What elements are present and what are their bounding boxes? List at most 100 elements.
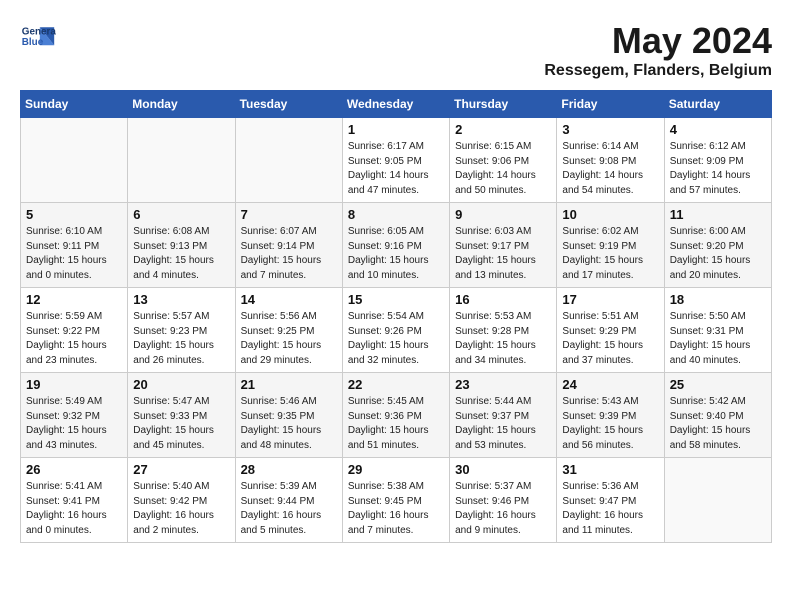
day-number: 10 <box>562 207 658 222</box>
week-row-2: 12 Sunrise: 5:59 AMSunset: 9:22 PMDayligh… <box>21 288 772 373</box>
week-row-4: 26Sunrise: 5:41 AMSunset: 9:41 PMDayligh… <box>21 458 772 543</box>
day-cell: 28Sunrise: 5:39 AMSunset: 9:44 PMDayligh… <box>235 458 342 543</box>
day-detail: Sunrise: 5:53 AMSunset: 9:28 PMDaylight:… <box>455 310 551 368</box>
month-title: May 2024 <box>544 20 772 62</box>
header-wednesday: Wednesday <box>342 91 449 118</box>
day-number: 4 <box>670 122 766 137</box>
header-friday: Friday <box>557 91 664 118</box>
day-detail: Sunrise: 5:49 AMSunset: 9:32 PMDaylight:… <box>26 395 122 453</box>
day-cell: 24 Sunrise: 5:43 AMSunset: 9:39 PMDayligh… <box>557 373 664 458</box>
day-cell: 18Sunrise: 5:50 AMSunset: 9:31 PMDayligh… <box>664 288 771 373</box>
day-cell: 25 Sunrise: 5:42 AMSunset: 9:40 PMDayligh… <box>664 373 771 458</box>
day-cell: 6 Sunrise: 6:08 AMSunset: 9:13 PMDaylight… <box>128 203 235 288</box>
day-number: 13 <box>133 292 229 307</box>
calendar-header: SundayMondayTuesdayWednesdayThursdayFrid… <box>21 91 772 118</box>
day-cell: 12 Sunrise: 5:59 AMSunset: 9:22 PMDayligh… <box>21 288 128 373</box>
week-row-3: 19 Sunrise: 5:49 AMSunset: 9:32 PMDayligh… <box>21 373 772 458</box>
day-number: 29 <box>348 462 444 477</box>
day-detail: Sunrise: 5:51 AMSunset: 9:29 PMDaylight:… <box>562 310 658 368</box>
day-number: 5 <box>26 207 122 222</box>
day-number: 30 <box>455 462 551 477</box>
day-detail: Sunrise: 5:38 AMSunset: 9:45 PMDaylight:… <box>348 480 444 538</box>
day-number: 27 <box>133 462 229 477</box>
svg-text:Blue: Blue <box>22 37 44 48</box>
day-detail: Sunrise: 5:59 AMSunset: 9:22 PMDaylight:… <box>26 310 122 368</box>
day-detail: Sunrise: 5:45 AMSunset: 9:36 PMDaylight:… <box>348 395 444 453</box>
day-cell: 20 Sunrise: 5:47 AMSunset: 9:33 PMDayligh… <box>128 373 235 458</box>
day-cell: 4Sunrise: 6:12 AMSunset: 9:09 PMDaylight… <box>664 118 771 203</box>
day-number: 21 <box>241 377 337 392</box>
header-thursday: Thursday <box>450 91 557 118</box>
svg-text:General: General <box>22 26 56 37</box>
day-cell: 17Sunrise: 5:51 AMSunset: 9:29 PMDayligh… <box>557 288 664 373</box>
day-cell: 23Sunrise: 5:44 AMSunset: 9:37 PMDayligh… <box>450 373 557 458</box>
day-cell: 26Sunrise: 5:41 AMSunset: 9:41 PMDayligh… <box>21 458 128 543</box>
day-cell <box>21 118 128 203</box>
day-cell: 22 Sunrise: 5:45 AMSunset: 9:36 PMDayligh… <box>342 373 449 458</box>
day-detail: Sunrise: 6:17 AMSunset: 9:05 PMDaylight:… <box>348 140 444 198</box>
day-detail: Sunrise: 6:07 AMSunset: 9:14 PMDaylight:… <box>241 225 337 283</box>
day-detail: Sunrise: 5:46 AMSunset: 9:35 PMDaylight:… <box>241 395 337 453</box>
day-cell <box>664 458 771 543</box>
day-cell: 30 Sunrise: 5:37 AMSunset: 9:46 PMDayligh… <box>450 458 557 543</box>
day-cell: 7Sunrise: 6:07 AMSunset: 9:14 PMDaylight… <box>235 203 342 288</box>
day-number: 8 <box>348 207 444 222</box>
day-detail: Sunrise: 5:54 AMSunset: 9:26 PMDaylight:… <box>348 310 444 368</box>
day-detail: Sunrise: 6:15 AMSunset: 9:06 PMDaylight:… <box>455 140 551 198</box>
day-number: 3 <box>562 122 658 137</box>
day-number: 12 <box>26 292 122 307</box>
day-number: 25 <box>670 377 766 392</box>
day-number: 28 <box>241 462 337 477</box>
day-cell: 11 Sunrise: 6:00 AMSunset: 9:20 PMDayligh… <box>664 203 771 288</box>
day-detail: Sunrise: 6:10 AMSunset: 9:11 PMDaylight:… <box>26 225 122 283</box>
day-cell: 8 Sunrise: 6:05 AMSunset: 9:16 PMDaylight… <box>342 203 449 288</box>
day-detail: Sunrise: 5:47 AMSunset: 9:33 PMDaylight:… <box>133 395 229 453</box>
day-detail: Sunrise: 5:42 AMSunset: 9:40 PMDaylight:… <box>670 395 766 453</box>
day-cell: 13 Sunrise: 5:57 AMSunset: 9:23 PMDayligh… <box>128 288 235 373</box>
calendar-table: SundayMondayTuesdayWednesdayThursdayFrid… <box>20 90 772 543</box>
day-cell: 2 Sunrise: 6:15 AMSunset: 9:06 PMDaylight… <box>450 118 557 203</box>
day-number: 9 <box>455 207 551 222</box>
day-number: 11 <box>670 207 766 222</box>
day-detail: Sunrise: 6:02 AMSunset: 9:19 PMDaylight:… <box>562 225 658 283</box>
day-detail: Sunrise: 6:00 AMSunset: 9:20 PMDaylight:… <box>670 225 766 283</box>
day-detail: Sunrise: 6:05 AMSunset: 9:16 PMDaylight:… <box>348 225 444 283</box>
day-cell: 9Sunrise: 6:03 AMSunset: 9:17 PMDaylight… <box>450 203 557 288</box>
logo: General Blue <box>20 20 56 56</box>
header-tuesday: Tuesday <box>235 91 342 118</box>
day-cell: 1 Sunrise: 6:17 AMSunset: 9:05 PMDaylight… <box>342 118 449 203</box>
day-detail: Sunrise: 5:43 AMSunset: 9:39 PMDaylight:… <box>562 395 658 453</box>
location: Ressegem, Flanders, Belgium <box>544 62 772 80</box>
week-row-0: 1 Sunrise: 6:17 AMSunset: 9:05 PMDaylight… <box>21 118 772 203</box>
day-detail: Sunrise: 6:08 AMSunset: 9:13 PMDaylight:… <box>133 225 229 283</box>
page-header: General Blue May 2024 Ressegem, Flanders… <box>20 20 772 80</box>
day-number: 1 <box>348 122 444 137</box>
day-number: 6 <box>133 207 229 222</box>
day-number: 18 <box>670 292 766 307</box>
day-number: 22 <box>348 377 444 392</box>
day-number: 20 <box>133 377 229 392</box>
day-detail: Sunrise: 5:57 AMSunset: 9:23 PMDaylight:… <box>133 310 229 368</box>
day-detail: Sunrise: 5:56 AMSunset: 9:25 PMDaylight:… <box>241 310 337 368</box>
day-cell: 15Sunrise: 5:54 AMSunset: 9:26 PMDayligh… <box>342 288 449 373</box>
day-number: 14 <box>241 292 337 307</box>
day-cell: 31Sunrise: 5:36 AMSunset: 9:47 PMDayligh… <box>557 458 664 543</box>
day-cell: 5 Sunrise: 6:10 AMSunset: 9:11 PMDaylight… <box>21 203 128 288</box>
day-cell: 27 Sunrise: 5:40 AMSunset: 9:42 PMDayligh… <box>128 458 235 543</box>
day-cell: 19 Sunrise: 5:49 AMSunset: 9:32 PMDayligh… <box>21 373 128 458</box>
logo-icon: General Blue <box>20 20 56 56</box>
day-number: 2 <box>455 122 551 137</box>
day-number: 19 <box>26 377 122 392</box>
header-sunday: Sunday <box>21 91 128 118</box>
day-detail: Sunrise: 5:37 AMSunset: 9:46 PMDaylight:… <box>455 480 551 538</box>
day-number: 24 <box>562 377 658 392</box>
header-monday: Monday <box>128 91 235 118</box>
day-cell: 29 Sunrise: 5:38 AMSunset: 9:45 PMDayligh… <box>342 458 449 543</box>
day-detail: Sunrise: 5:36 AMSunset: 9:47 PMDaylight:… <box>562 480 658 538</box>
day-cell: 10 Sunrise: 6:02 AMSunset: 9:19 PMDayligh… <box>557 203 664 288</box>
week-row-1: 5 Sunrise: 6:10 AMSunset: 9:11 PMDaylight… <box>21 203 772 288</box>
day-number: 26 <box>26 462 122 477</box>
header-row: SundayMondayTuesdayWednesdayThursdayFrid… <box>21 91 772 118</box>
day-cell: 3Sunrise: 6:14 AMSunset: 9:08 PMDaylight… <box>557 118 664 203</box>
day-detail: Sunrise: 5:40 AMSunset: 9:42 PMDaylight:… <box>133 480 229 538</box>
